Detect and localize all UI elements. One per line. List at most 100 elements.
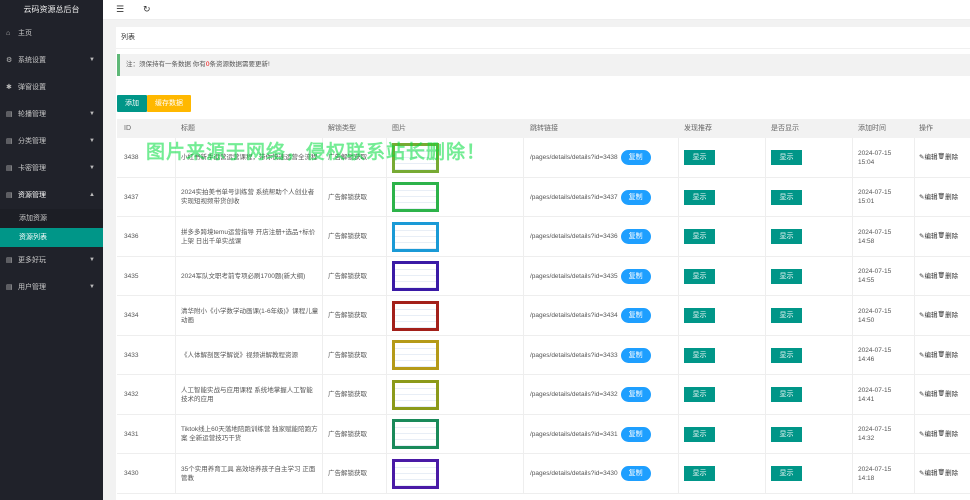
edit-link[interactable]: 编辑 xyxy=(924,193,937,202)
sidebar-item[interactable]: ▤ 轮播管理 ▼ xyxy=(0,101,103,128)
visible-toggle-button[interactable]: 显示 xyxy=(771,189,802,205)
column-divider xyxy=(175,454,176,493)
copy-button[interactable]: 复制 xyxy=(620,268,651,284)
recommend-toggle-button[interactable]: 显示 xyxy=(684,466,715,481)
column-divider xyxy=(523,138,524,177)
visible-toggle-button[interactable]: 显示 xyxy=(771,308,802,323)
column-divider xyxy=(678,335,679,375)
sidebar-item-label: 主页 xyxy=(18,30,32,37)
edit-link[interactable]: 编辑 xyxy=(924,272,937,281)
row-actions: ✎ 编辑 🗑 删除 xyxy=(919,415,958,454)
copy-button[interactable]: 复制 xyxy=(620,308,651,323)
delete-link[interactable]: 删除 xyxy=(945,232,958,241)
notice-suffix: 条资源数据需要更新! xyxy=(209,61,270,68)
visible-toggle-button[interactable]: 显示 xyxy=(771,387,802,402)
edit-link[interactable]: 编辑 xyxy=(924,311,937,320)
sidebar-subitem-resource-list[interactable]: 资源列表 xyxy=(0,228,103,247)
sidebar-subitem-add-resource[interactable]: 添加资源 xyxy=(0,209,103,228)
visible-toggle-button[interactable]: 显示 xyxy=(771,150,802,165)
recommend-toggle-button[interactable]: 显示 xyxy=(684,308,715,323)
delete-icon: 🗑 xyxy=(937,470,946,476)
visible-toggle-button[interactable]: 显示 xyxy=(771,426,802,442)
add-button[interactable]: 添加 xyxy=(117,95,147,112)
refresh-icon[interactable]: ↻ xyxy=(143,4,151,15)
visible-toggle-button[interactable]: 显示 xyxy=(771,466,802,481)
visible-toggle-button[interactable]: 显示 xyxy=(771,347,802,363)
row-thumbnail[interactable] xyxy=(392,379,439,410)
row-added-time: 2024-07-15 14:58 xyxy=(858,217,891,256)
delete-link[interactable]: 删除 xyxy=(945,193,958,202)
row-image-cell xyxy=(392,375,439,414)
recommend-toggle-button[interactable]: 显示 xyxy=(684,347,715,363)
notice-bar: 注：须保持有一条数据 你有0条资源数据需要更新! xyxy=(117,54,970,76)
sidebar-item-label: 资源管理 xyxy=(18,192,46,199)
copy-button[interactable]: 复制 xyxy=(620,189,651,205)
resource-icon: ▤ xyxy=(6,192,13,199)
menu-toggle-icon[interactable]: ☰ xyxy=(116,4,124,15)
col-ops: 操作 xyxy=(919,125,933,132)
row-title: Tiktok线上60天落地陪跑训练营 独家赋能陪跑方案 全新运营技巧干货 xyxy=(181,426,318,442)
sidebar-item[interactable]: ▤ 分类管理 ▼ xyxy=(0,128,103,155)
column-divider xyxy=(678,256,679,296)
copy-button[interactable]: 复制 xyxy=(620,387,651,402)
sidebar-item-label: 分类管理 xyxy=(18,138,46,145)
sidebar-item[interactable]: ▤ 用户管理 ▼ xyxy=(0,274,103,301)
sidebar-item[interactable]: ▤ 卡密管理 ▼ xyxy=(0,155,103,182)
row-thumbnail[interactable] xyxy=(392,458,439,489)
delete-link[interactable]: 删除 xyxy=(945,390,958,399)
recommend-toggle-button[interactable]: 显示 xyxy=(684,426,715,442)
copy-button[interactable]: 复制 xyxy=(620,150,651,165)
edit-link[interactable]: 编辑 xyxy=(924,351,937,360)
recommend-toggle-button[interactable]: 显示 xyxy=(684,150,715,165)
sidebar-item-label: 系统设置 xyxy=(18,57,46,64)
row-added-time: 2024-07-15 15:01 xyxy=(858,178,891,217)
row-thumbnail[interactable] xyxy=(392,221,439,252)
row-added-time: 2024-07-15 14:50 xyxy=(858,296,891,335)
delete-link[interactable]: 删除 xyxy=(945,272,958,281)
recommend-toggle-button[interactable]: 显示 xyxy=(684,189,715,205)
delete-link[interactable]: 删除 xyxy=(945,430,958,439)
recommend-toggle-button[interactable]: 显示 xyxy=(684,268,715,284)
row-link: /pages/details/details?id=3437 xyxy=(530,193,618,201)
copy-button[interactable]: 复制 xyxy=(620,347,651,363)
sidebar-item[interactable]: ✱ 弹窗设置 xyxy=(0,74,103,101)
recommend-toggle-button[interactable]: 显示 xyxy=(684,229,715,244)
row-actions: ✎ 编辑 🗑 删除 xyxy=(919,375,958,414)
row-actions: ✎ 编辑 🗑 删除 xyxy=(919,138,958,177)
row-thumbnail[interactable] xyxy=(392,300,439,331)
sidebar-item[interactable]: ▤ 资源管理 ▲ xyxy=(0,182,103,209)
delete-link[interactable]: 删除 xyxy=(945,311,958,320)
delete-link[interactable]: 删除 xyxy=(945,153,958,162)
delete-link[interactable]: 删除 xyxy=(945,351,958,360)
row-thumbnail[interactable] xyxy=(392,419,439,449)
column-divider xyxy=(765,177,766,217)
edit-link[interactable]: 编辑 xyxy=(924,390,937,399)
row-thumbnail[interactable] xyxy=(392,261,439,291)
edit-link[interactable]: 编辑 xyxy=(924,232,937,241)
row-recommend-cell: 显示 xyxy=(684,296,715,335)
table-row: 3432 人工智能实战与应用课程 系统地掌握人工智能技术的应用 广告解锁获取/pag… xyxy=(117,375,970,415)
row-thumbnail[interactable] xyxy=(392,182,439,212)
visible-toggle-button[interactable]: 显示 xyxy=(771,268,802,284)
copy-button[interactable]: 复制 xyxy=(620,229,651,244)
edit-link[interactable]: 编辑 xyxy=(924,430,937,439)
row-visible-cell: 显示 xyxy=(771,415,802,454)
column-divider xyxy=(678,217,679,256)
delete-link[interactable]: 删除 xyxy=(945,469,958,478)
visible-toggle-button[interactable]: 显示 xyxy=(771,229,802,244)
sidebar-item[interactable]: ⌂ 主页 xyxy=(0,20,103,47)
edit-link[interactable]: 编辑 xyxy=(924,153,937,162)
copy-button[interactable]: 复制 xyxy=(620,466,651,481)
column-divider xyxy=(523,256,524,296)
sidebar-item[interactable]: ⚙ 系统设置 ▼ xyxy=(0,47,103,74)
edit-link[interactable]: 编辑 xyxy=(924,469,937,478)
row-link: /pages/details/details?id=3430 xyxy=(530,470,618,477)
delete-icon: 🗑 xyxy=(937,391,946,397)
row-thumbnail[interactable] xyxy=(392,340,439,370)
copy-button[interactable]: 复制 xyxy=(620,426,651,442)
refresh-cache-button[interactable]: 缓存数据 xyxy=(147,95,191,112)
sidebar-item-label: 用户管理 xyxy=(18,284,46,291)
sidebar: 云码资源总后台 ⌂ 主页 ⚙ 系统设置 ▼ ✱ 弹窗设置 ▤ 轮播管理 ▼ ▤ 分类管理 ▼ ▤ 卡密管理 ▼… xyxy=(0,0,103,500)
sidebar-item[interactable]: ▤ 更多好玩 ▼ xyxy=(0,247,103,274)
recommend-toggle-button[interactable]: 显示 xyxy=(684,387,715,402)
